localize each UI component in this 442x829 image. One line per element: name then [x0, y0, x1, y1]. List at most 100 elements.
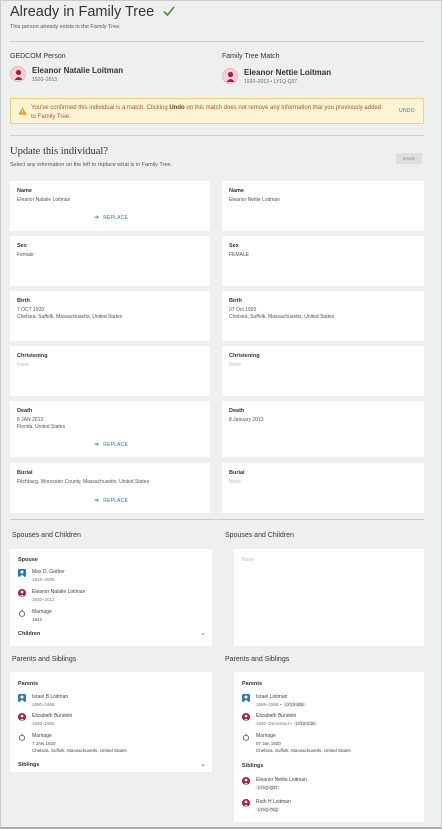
marriage-date: 07 Jan 1920: [256, 741, 281, 746]
relative-name: Elizabeth Burstein: [32, 713, 73, 719]
field-label: Birth: [17, 298, 30, 304]
marriage-place: Chelsea, Suffolk, Massachusetts, United …: [256, 748, 351, 753]
siblings-label: Siblings: [18, 762, 40, 768]
person-id-badge: LY1S-C1K: [293, 721, 318, 726]
field-label: Name: [17, 188, 32, 194]
field-value: 8 January 2013: [229, 417, 264, 423]
gedcom-person-name: Eleanor Natalie Loitman: [32, 66, 124, 75]
ring-icon: [18, 733, 26, 741]
tree-death-card: Death 8 January 2013: [222, 401, 424, 457]
field-value: 07 Oct 1920: [229, 307, 257, 313]
female-person-icon: [242, 799, 250, 807]
tree-match-heading: Family Tree Match: [222, 53, 280, 60]
ring-icon: [242, 733, 250, 741]
gedcom-spouses-card: Spouse Max D. Garber 1916–2006 Eleanor N…: [10, 549, 212, 646]
field-value: Eleanor Natalie Loitman: [17, 197, 71, 203]
relative-dates: 1900–Deceased • LY1S-C1K: [256, 721, 318, 726]
page-subtitle: This person already exists in the Family…: [10, 24, 121, 30]
parents-label: Parents: [18, 681, 39, 687]
person-id-badge: LY1S-836: [283, 702, 306, 707]
save-button[interactable]: SAVE: [396, 153, 422, 164]
ring-icon: [18, 609, 26, 617]
field-value-none: None: [242, 557, 254, 563]
field-value-none: None: [229, 362, 241, 368]
replace-button[interactable]: ➔ REPLACE: [94, 441, 128, 448]
field-value: Fitchburg, Worcester County, Massachuset…: [17, 479, 150, 485]
replace-button[interactable]: ➔ REPLACE: [94, 497, 128, 504]
field-value: Florida, United States: [17, 424, 66, 430]
relative-name: Eleanor Nettie Loitman: [256, 777, 307, 783]
tree-christening-card: Christening None: [222, 346, 424, 396]
tree-birth-card: Birth 07 Oct 1920 Chelsea, Suffolk, Mass…: [222, 291, 424, 341]
tree-match-person[interactable]: Eleanor Nettie Loitman 1920–2013 • LY1Q-…: [222, 68, 422, 86]
tree-burial-card: Burial None: [222, 463, 424, 513]
relative-dates: 1916–2006: [32, 577, 55, 582]
page-title: Already in Family Tree: [10, 4, 155, 20]
field-label: Sex: [17, 243, 27, 249]
relative-lifespan: 1900–Deceased •: [256, 721, 292, 726]
relative-dates: 1890–1968: [32, 702, 55, 707]
checkmark-icon: [163, 6, 175, 17]
field-value: 8 JAN 2013: [17, 417, 44, 423]
field-value-none: None: [229, 479, 241, 485]
relative-name: Eleanor Natalie Loitman: [32, 589, 86, 595]
marriage-place: Chelsea, Suffolk, Massachusetts, United …: [32, 748, 127, 753]
children-label: Children: [18, 631, 41, 637]
gedcom-birth-card[interactable]: Birth 7 OCT 1920 Chelsea, Suffolk, Massa…: [10, 291, 210, 341]
undo-warning-banner: You've confirmed this individual is a ma…: [10, 98, 424, 124]
tree-match-pid: LY1Q-Q37: [273, 79, 298, 85]
male-person-icon: [242, 694, 250, 702]
field-value-none: None: [17, 362, 29, 368]
tree-match-lifespan: 1920–2013: [244, 79, 270, 85]
tree-match-name: Eleanor Nettie Loitman: [244, 68, 332, 77]
gedcom-person-heading: GEDCOM Person: [10, 53, 66, 60]
marriage-label: Marriage: [256, 733, 276, 739]
spouse-label: Spouse: [18, 557, 38, 563]
warning-text: You've confirmed this individual is a ma…: [31, 104, 383, 121]
spouses-heading: Spouses and Children: [12, 532, 81, 539]
person-id-badge: LY1Q-75Q: [256, 807, 280, 812]
gedcom-person[interactable]: Eleanor Natalie Loitman 1920–2013: [10, 66, 210, 84]
field-label: Name: [229, 188, 244, 194]
gedcom-person-dates: 1920–2013: [32, 77, 58, 83]
female-person-icon: [242, 713, 250, 721]
parents-heading: Parents and Siblings: [12, 656, 77, 663]
chevron-down-icon[interactable]: ⌄: [200, 760, 206, 768]
field-label: Sex: [229, 243, 239, 249]
warning-text-part: You've confirmed this individual is a ma…: [31, 105, 170, 111]
gedcom-name-card[interactable]: Name Eleanor Natalie Loitman ➔ REPLACE: [10, 181, 210, 231]
siblings-label: Siblings: [242, 763, 264, 769]
replace-button[interactable]: ➔ REPLACE: [94, 214, 128, 221]
marriage-date: 1942: [32, 617, 43, 622]
female-person-icon: [242, 777, 250, 785]
gedcom-death-card[interactable]: Death 8 JAN 2013 Florida, United States …: [10, 401, 210, 457]
field-value: Chelsea, Suffolk, Massachusetts, United …: [229, 314, 335, 320]
tree-spouses-card: None: [234, 549, 424, 646]
male-person-icon: [18, 569, 26, 577]
field-value: 7 OCT 1920: [17, 307, 45, 313]
update-subtitle: Select any information on the left to re…: [10, 162, 173, 168]
tree-sex-card: Sex FEMALE: [222, 236, 424, 286]
replace-label: REPLACE: [103, 498, 128, 504]
chevron-down-icon[interactable]: ⌄: [200, 629, 206, 637]
gedcom-christening-card[interactable]: Christening None: [10, 346, 210, 396]
relative-pid: LY1Q-Q37: [254, 785, 280, 790]
gedcom-sex-card[interactable]: Sex Female: [10, 236, 210, 286]
marriage-label: Marriage: [32, 609, 52, 615]
gedcom-burial-card[interactable]: Burial Fitchburg, Worcester County, Mass…: [10, 463, 210, 513]
relative-pid: LY1Q-75Q: [254, 807, 280, 812]
undo-button[interactable]: UNDO: [399, 108, 415, 114]
relative-name: Elizabeth Burstein: [256, 713, 297, 719]
marriage-date: 7 JAN 1920: [32, 741, 56, 746]
parents-label: Parents: [242, 681, 263, 687]
tree-name-card: Name Eleanor Nettie Loitman: [222, 181, 424, 231]
field-label: Christening: [229, 353, 260, 359]
female-avatar-icon: [222, 68, 238, 84]
tree-match-dates: 1920–2013 • LY1Q-Q37: [244, 79, 297, 85]
relative-lifespan: 1889–1968 •: [256, 702, 282, 707]
parents-heading: Parents and Siblings: [225, 656, 290, 663]
field-value: FEMALE: [229, 252, 250, 258]
female-avatar-icon: [10, 66, 26, 82]
relative-dates: 1920–2013: [32, 597, 55, 602]
relative-name: Israel Loitman: [256, 694, 288, 700]
